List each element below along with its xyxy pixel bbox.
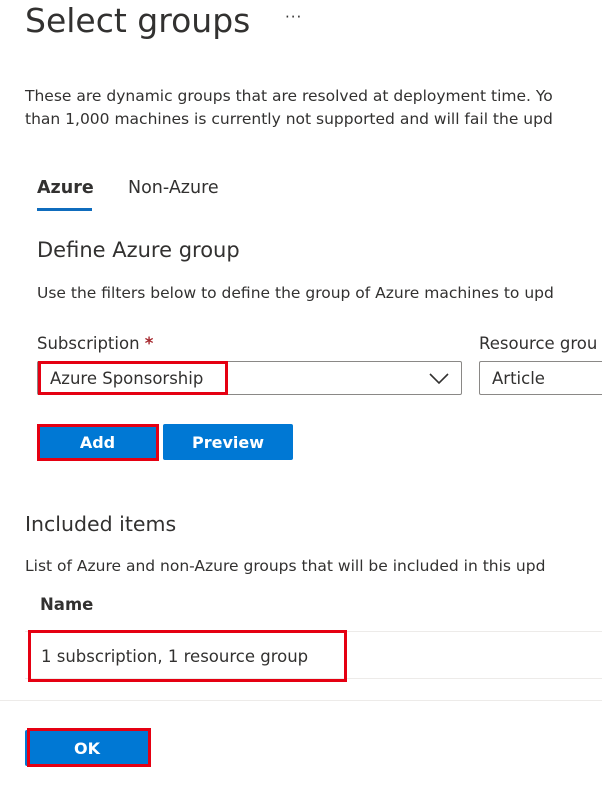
resource-group-dropdown[interactable]: Article: [479, 361, 602, 395]
resource-group-label: Resource grou: [479, 334, 598, 353]
tab-non-azure[interactable]: Non-Azure: [128, 176, 219, 200]
footer-divider: [0, 700, 602, 701]
subscription-value: Azure Sponsorship: [50, 369, 204, 388]
description-line-2: than 1,000 machines is currently not sup…: [25, 110, 553, 128]
tab-selected-indicator: [37, 208, 92, 211]
table-divider: [25, 631, 602, 632]
required-marker: *: [144, 334, 154, 353]
resource-group-value: Article: [492, 369, 545, 388]
chevron-down-icon: [429, 373, 449, 385]
included-items-title: Included items: [25, 512, 177, 536]
define-azure-group-help: Use the filters below to define the grou…: [37, 284, 554, 302]
subscription-label: Subscription *: [37, 333, 153, 355]
included-items-description: List of Azure and non-Azure groups that …: [25, 557, 546, 575]
define-azure-group-title: Define Azure group: [37, 238, 240, 262]
table-divider: [25, 678, 602, 679]
subscription-label-text: Subscription: [37, 334, 140, 353]
ok-button[interactable]: OK: [25, 730, 149, 766]
tab-azure[interactable]: Azure: [37, 176, 94, 200]
table-row[interactable]: 1 subscription, 1 resource group: [41, 646, 308, 668]
page-description: These are dynamic groups that are resolv…: [25, 85, 553, 131]
subscription-dropdown[interactable]: Azure Sponsorship: [37, 361, 462, 395]
add-button[interactable]: Add: [37, 424, 158, 460]
column-header-name: Name: [40, 595, 94, 614]
description-line-1: These are dynamic groups that are resolv…: [25, 87, 553, 105]
page-title: Select groups: [25, 1, 251, 40]
more-options-icon[interactable]: ···: [285, 8, 302, 26]
preview-button[interactable]: Preview: [163, 424, 293, 460]
